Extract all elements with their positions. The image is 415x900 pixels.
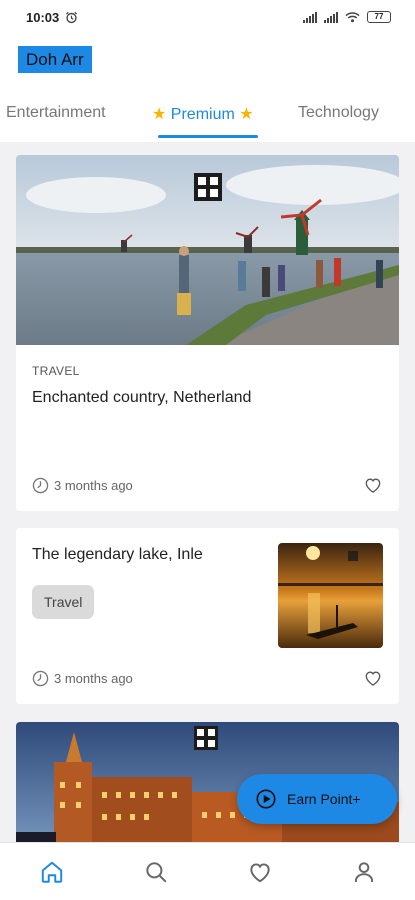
category-label: TRAVEL: [32, 364, 80, 378]
earn-point-label: Earn Point+: [287, 791, 361, 807]
category-chip[interactable]: Travel: [32, 585, 95, 619]
home-icon[interactable]: [39, 859, 65, 885]
clock-icon: [32, 477, 49, 494]
category-tabs: Entertainment ★ Premium ★ Technology: [0, 100, 415, 142]
tab-technology[interactable]: Technology: [298, 104, 379, 122]
article-card[interactable]: The legendary lake, Inle Travel 3 months…: [16, 528, 399, 704]
article-time: 3 months ago: [54, 671, 133, 686]
article-card[interactable]: TRAVEL Enchanted country, Netherland 3 m…: [16, 155, 399, 511]
signal-icon: [303, 11, 317, 23]
active-tab-indicator: [158, 135, 258, 138]
clock-icon: [32, 670, 49, 687]
alarm-icon: [66, 11, 78, 23]
battery-icon: 77: [367, 11, 391, 23]
favorite-icon[interactable]: [247, 859, 273, 885]
heart-icon[interactable]: [363, 475, 383, 495]
tab-entertainment[interactable]: Entertainment: [6, 104, 106, 122]
star-icon: ★: [152, 106, 167, 123]
article-thumbnail: [278, 543, 383, 648]
article-title[interactable]: Enchanted country, Netherland: [32, 389, 251, 407]
heart-icon[interactable]: [363, 668, 383, 688]
article-meta: 3 months ago: [32, 477, 133, 494]
search-icon[interactable]: [143, 859, 169, 885]
signal-icon: [324, 11, 338, 23]
profile-icon[interactable]: [351, 859, 377, 885]
star-icon: ★: [239, 106, 254, 123]
article-meta: 3 months ago: [32, 670, 133, 687]
status-time: 10:03: [26, 9, 60, 25]
watermark-logo-icon: [194, 726, 218, 750]
article-title[interactable]: The legendary lake, Inle: [32, 546, 203, 564]
tab-premium[interactable]: ★ Premium ★: [152, 104, 254, 124]
watermark-logo-icon: [194, 173, 222, 201]
article-image: [16, 155, 399, 345]
play-circle-icon: [256, 789, 276, 809]
bottom-navigation: [0, 842, 415, 900]
brand-logo[interactable]: Doh Arr: [18, 46, 92, 73]
wifi-icon: [345, 12, 360, 23]
app-header: Doh Arr Entertainment ★ Premium ★ Techno…: [0, 34, 415, 142]
article-time: 3 months ago: [54, 478, 133, 493]
earn-point-button[interactable]: Earn Point+: [237, 774, 397, 824]
status-bar: 10:03 77: [0, 0, 415, 34]
